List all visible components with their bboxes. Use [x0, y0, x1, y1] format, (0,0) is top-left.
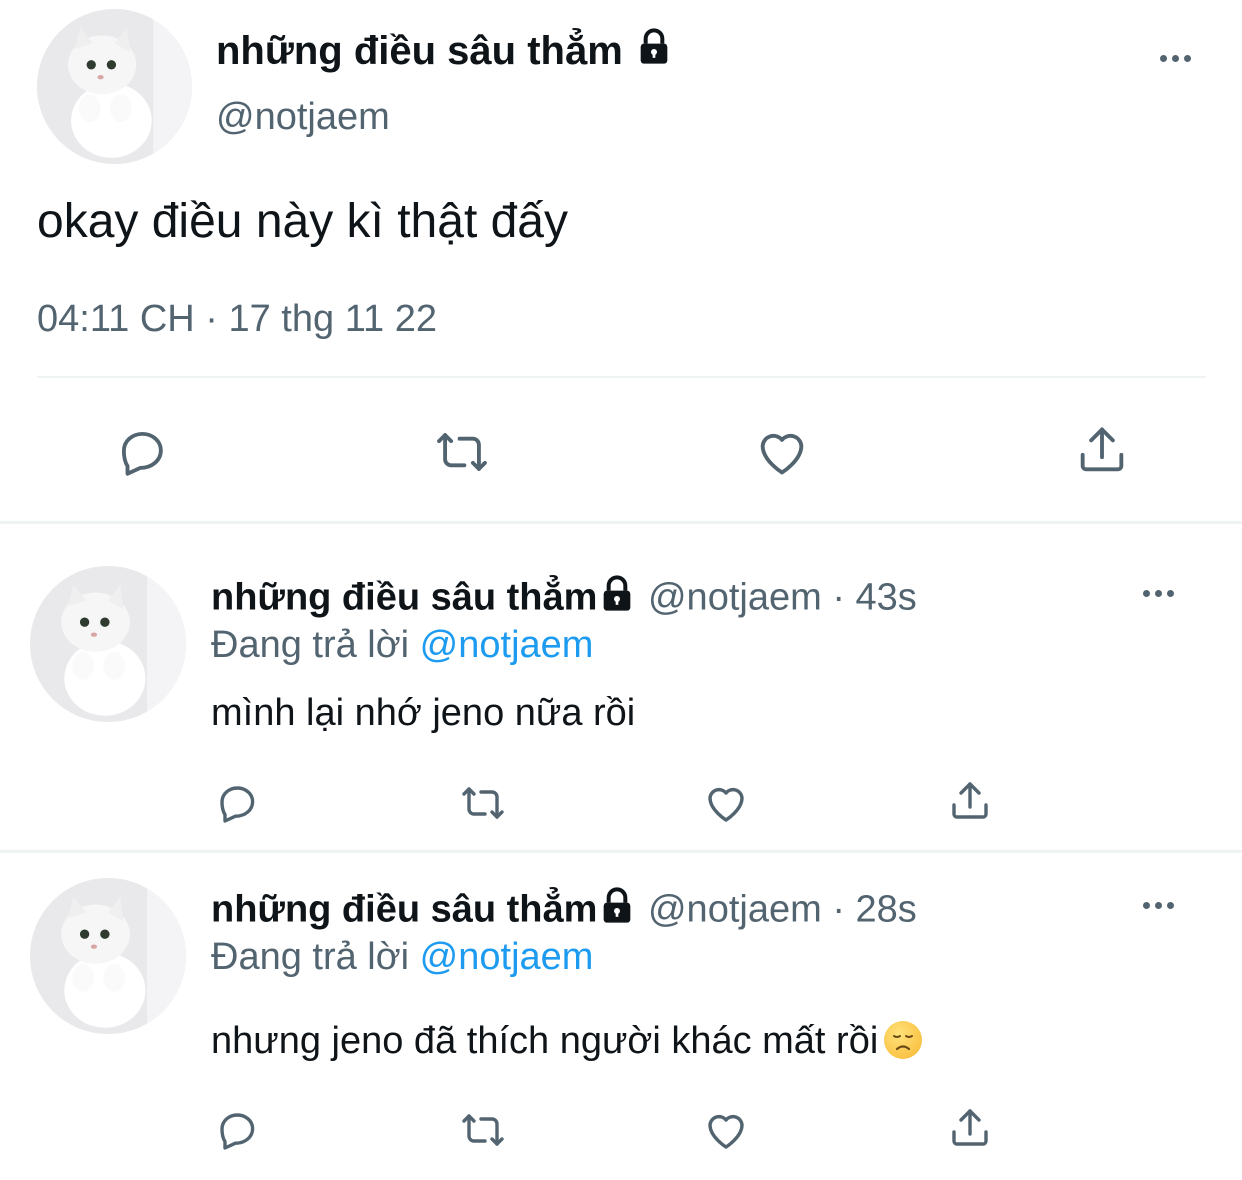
replying-prefix: Đang trả lời: [211, 624, 410, 666]
lock-icon: [597, 574, 637, 625]
reply-icon: [220, 1113, 255, 1150]
replying-handle-link[interactable]: @notjaem: [420, 936, 594, 978]
like-button[interactable]: [750, 420, 814, 484]
like-icon: [760, 433, 804, 475]
retweet-icon: [462, 1114, 504, 1146]
disappointed-face-icon: [884, 1021, 923, 1059]
timestamp[interactable]: 04:11 CH · 17 thg 11 22: [37, 296, 437, 342]
reply-header: những điều sâu thẳm @notjaem · 43s: [211, 574, 917, 625]
retweet-icon: [437, 433, 487, 471]
like-icon: [708, 787, 744, 822]
share-icon: [952, 1109, 988, 1146]
reply-button[interactable]: [212, 1105, 262, 1155]
cat-avatar-icon: [30, 566, 186, 722]
like-button[interactable]: [701, 1105, 751, 1155]
section-divider: [0, 521, 1242, 524]
relative-time[interactable]: 43s: [856, 577, 917, 619]
avatar[interactable]: [30, 566, 186, 722]
display-name[interactable]: những điều sâu thẳm: [211, 889, 597, 931]
more-options-icon[interactable]: [1143, 590, 1174, 597]
tweet-text-content: nhưng jeno đã thích người khác mất rồi: [211, 1020, 879, 1062]
separator: ·: [832, 888, 845, 931]
relative-time[interactable]: 28s: [856, 889, 917, 931]
section-divider: [0, 850, 1242, 853]
more-options-icon[interactable]: [1160, 55, 1191, 62]
reply-button[interactable]: [110, 420, 174, 484]
lock-icon: [634, 27, 674, 79]
retweet-icon: [462, 787, 504, 819]
handle[interactable]: @notjaem: [648, 577, 822, 619]
more-options-icon[interactable]: [1143, 902, 1174, 909]
handle[interactable]: @notjaem: [216, 94, 390, 140]
reply-icon: [121, 431, 163, 476]
avatar[interactable]: [37, 9, 192, 164]
retweet-button[interactable]: [455, 1105, 511, 1155]
replying-to: Đang trả lời @notjaem: [211, 622, 593, 668]
tweet-text: nhưng jeno đã thích người khác mất rồi: [211, 1018, 923, 1064]
replying-handle-link[interactable]: @notjaem: [420, 624, 594, 666]
cat-avatar-icon: [37, 9, 192, 164]
reply-header: những điều sâu thẳm @notjaem · 28s: [211, 886, 917, 937]
separator: ·: [832, 576, 845, 619]
share-button[interactable]: [945, 1103, 995, 1153]
display-name[interactable]: những điều sâu thẳm: [211, 577, 597, 619]
tweet-text: okay điều này kì thật đấy: [37, 195, 568, 248]
avatar[interactable]: [30, 878, 186, 1034]
reply-button[interactable]: [212, 778, 262, 828]
reply-icon: [220, 786, 255, 823]
share-button[interactable]: [1070, 418, 1134, 482]
share-button[interactable]: [945, 776, 995, 826]
handle[interactable]: @notjaem: [648, 889, 822, 931]
display-name[interactable]: những điều sâu thẳm: [216, 26, 674, 79]
divider: [37, 376, 1206, 378]
retweet-button[interactable]: [428, 420, 496, 484]
replying-prefix: Đang trả lời: [211, 936, 410, 978]
tweet-text: mình lại nhớ jeno nữa rồi: [211, 692, 636, 734]
retweet-button[interactable]: [455, 778, 511, 828]
share-icon: [1080, 427, 1124, 472]
replying-to: Đang trả lời @notjaem: [211, 934, 593, 980]
lock-icon: [597, 886, 637, 937]
cat-avatar-icon: [30, 878, 186, 1034]
share-icon: [952, 782, 988, 819]
like-icon: [708, 1114, 744, 1149]
display-name-text: những điều sâu thẳm: [216, 29, 623, 73]
like-button[interactable]: [701, 778, 751, 828]
